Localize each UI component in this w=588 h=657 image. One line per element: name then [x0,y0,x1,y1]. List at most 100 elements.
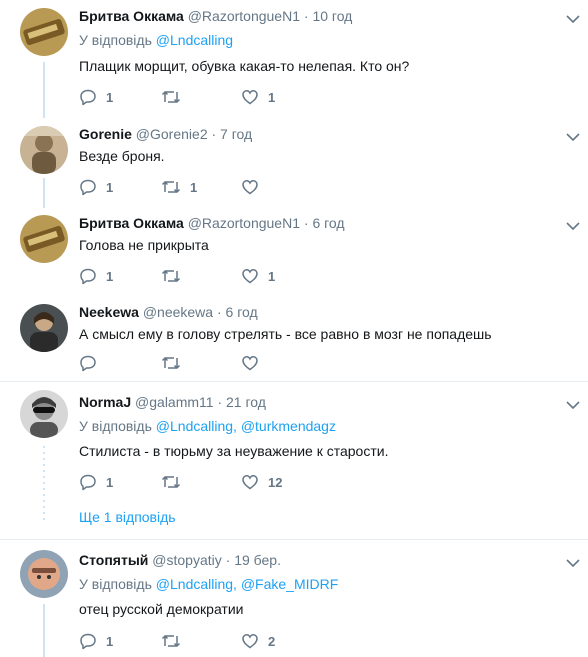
chevron-down-icon[interactable] [566,14,580,24]
retweet-button[interactable] [161,354,190,372]
reply-button[interactable]: 1 [79,473,113,491]
mention-link[interactable]: @turkmendagz [241,418,336,434]
heart-icon [242,356,258,371]
like-count: 1 [268,89,276,105]
like-count: 12 [268,474,283,490]
user-handle[interactable]: @RazortongueN1 [188,215,300,231]
timestamp[interactable]: · 6 год [304,215,345,231]
reply-context: У відповідь @Lndcalling, @turkmendagz [79,418,336,434]
reply-button[interactable]: 1 [79,632,113,650]
reply-tweet[interactable]: NormaJ @galamm11 · 21 год У відповідь @L… [0,382,588,538]
retweet-button[interactable] [161,88,190,106]
tweet-text: Везде броня. [79,148,165,164]
like-count: 2 [268,633,276,649]
tweet-text: Стилиста - в тюрьму за неуважение к стар… [79,443,389,459]
heart-icon [242,634,258,649]
timestamp[interactable]: · 19 бер. [226,552,281,568]
retweet-button[interactable] [161,632,190,650]
timestamp[interactable]: · 10 год [304,8,352,24]
tweet-text: отец русской демократии [79,601,244,617]
retweet-icon [161,181,181,193]
retweet-button[interactable]: 1 [161,178,197,196]
reply-context: У відповідь @Lndcalling [79,32,233,48]
reply-tweet[interactable]: Neekewa @neekewa · 6 год А смысл ему в г… [0,296,588,380]
like-button[interactable]: 1 [241,267,275,285]
heart-icon [242,180,258,195]
reply-button[interactable]: 1 [79,88,113,106]
reply-count: 1 [106,179,114,195]
reply-context: У відповідь @Lndcalling, @Fake_MIDRF [79,576,338,592]
retweet-icon [161,635,181,647]
reply-tweet[interactable]: Gorenie @Gorenie2 · 7 год Везде броня. 1… [0,118,588,208]
mention-link[interactable]: @Lndcalling, [156,576,237,592]
reply-count: 1 [106,633,114,649]
avatar[interactable] [20,8,68,56]
like-button[interactable] [241,354,268,372]
avatar[interactable] [20,126,68,174]
chevron-down-icon[interactable] [566,132,580,142]
display-name[interactable]: NormaJ [79,394,131,410]
like-button[interactable]: 12 [241,473,282,491]
tweet-text: А смысл ему в голову стрелять - все равн… [79,326,492,342]
avatar[interactable] [20,550,68,598]
like-button[interactable] [241,178,268,196]
like-button[interactable]: 1 [241,88,275,106]
reply-button[interactable]: 1 [79,178,113,196]
reply-icon [80,355,96,372]
tweet-header: Neekewa @neekewa · 6 год [79,304,258,320]
display-name[interactable]: Стопятый [79,552,148,568]
display-name[interactable]: Бритва Оккама [79,215,184,231]
mention-link[interactable]: @Lndcalling [156,32,233,48]
mention-link[interactable]: @Lndcalling, [156,418,237,434]
retweet-button[interactable] [161,267,190,285]
reply-icon [80,474,96,491]
heart-icon [242,90,258,105]
retweet-icon [161,270,181,282]
tweet-header: Бритва Оккама @RazortongueN1 · 6 год [79,215,345,231]
display-name[interactable]: Neekewa [79,304,139,320]
reply-count: 1 [106,89,114,105]
avatar[interactable] [20,304,68,352]
display-name[interactable]: Бритва Оккама [79,8,184,24]
avatar[interactable] [20,390,68,438]
reply-icon [80,268,96,285]
timestamp[interactable]: · 6 год [217,304,258,320]
retweet-icon [161,357,181,369]
chevron-down-icon[interactable] [566,221,580,231]
chevron-down-icon[interactable] [566,558,580,568]
user-handle[interactable]: @stopyatiy [152,552,221,568]
reply-count: 1 [106,474,114,490]
retweet-button[interactable] [161,473,190,491]
chevron-down-icon[interactable] [566,400,580,410]
reply-tweet[interactable]: Бритва Оккама @RazortongueN1 · 10 год У … [0,0,588,118]
reply-count: 1 [106,268,114,284]
like-button[interactable]: 2 [241,632,275,650]
reply-button[interactable] [79,354,106,372]
mention-link[interactable]: @Fake_MIDRF [241,576,338,592]
user-handle[interactable]: @RazortongueN1 [188,8,300,24]
display-name[interactable]: Gorenie [79,126,132,142]
tweet-header: Gorenie @Gorenie2 · 7 год [79,126,252,142]
timestamp[interactable]: · 21 год [217,394,265,410]
reply-icon [80,179,96,196]
retweet-count: 1 [190,179,198,195]
reply-button[interactable]: 1 [79,267,113,285]
reply-tweet[interactable]: Бритва Оккама @RazortongueN1 · 6 год Гол… [0,207,588,297]
retweet-icon [161,476,181,488]
like-count: 1 [268,268,276,284]
tweet-header: NormaJ @galamm11 · 21 год [79,394,266,410]
avatar[interactable] [20,215,68,263]
heart-icon [242,269,258,284]
tweet-header: Бритва Оккама @RazortongueN1 · 10 год [79,8,352,24]
reply-tweet[interactable]: Стопятый @stopyatiy · 19 бер. У відповід… [0,540,588,657]
timestamp[interactable]: · 7 год [212,126,253,142]
tweet-text: Плащик морщит, обувка какая-то нелепая. … [79,58,410,74]
reply-prefix: У відповідь [79,418,152,434]
show-more-replies-link[interactable]: Ще 1 відповідь [79,509,176,525]
user-handle[interactable]: @neekewa [143,304,213,320]
user-handle[interactable]: @Gorenie2 [136,126,208,142]
tweet-text: Голова не прикрыта [79,237,209,253]
heart-icon [242,475,258,490]
retweet-icon [161,91,181,103]
user-handle[interactable]: @galamm11 [135,394,214,410]
